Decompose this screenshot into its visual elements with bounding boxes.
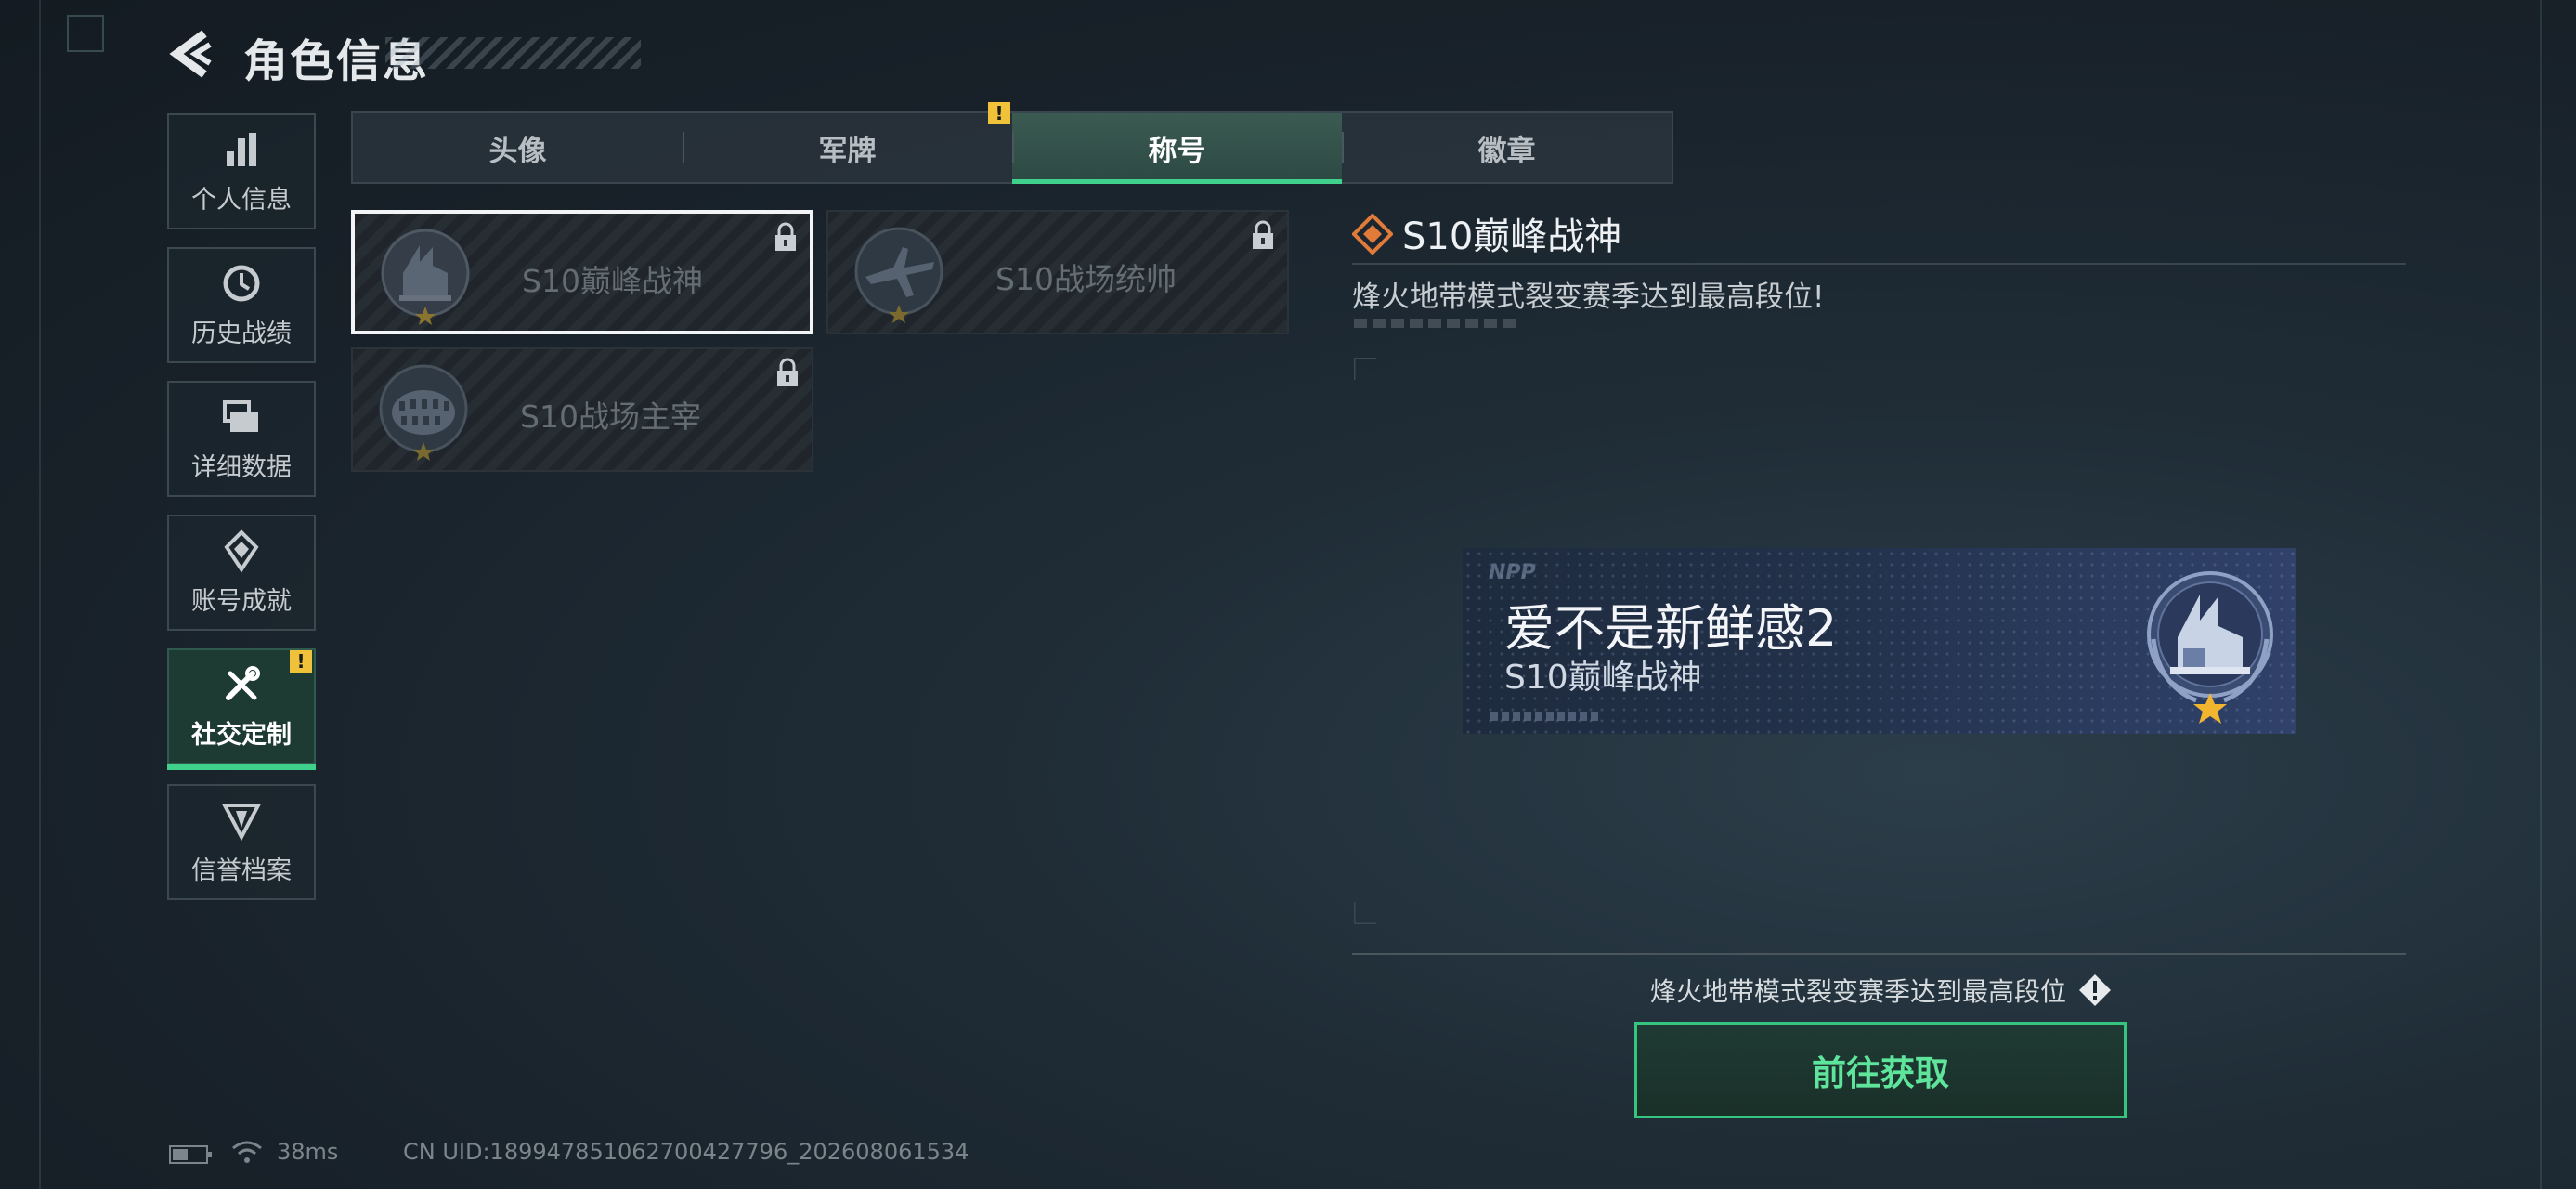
alert-badge: ! (988, 102, 1010, 124)
player-title: S10巅峰战神 (1504, 659, 1702, 697)
sidebar-item-personal-info[interactable]: 个人信息 (167, 113, 316, 229)
achievement-icon (224, 529, 259, 573)
sidebar-item-label: 历史战绩 (191, 320, 292, 348)
title-card[interactable]: S10战场统帅 (826, 210, 1289, 334)
user-uid: CN UID:18994785106270042779​6_2026080615… (403, 1139, 969, 1165)
title-diamond-icon (1352, 214, 1393, 255)
lock-icon (1253, 220, 1273, 249)
wifi-icon (232, 1141, 262, 1163)
title-name: S10巅峰战神 (522, 263, 703, 299)
battlefield-commander-emblem-icon (854, 227, 943, 323)
detail-title: S10巅峰战神 (1402, 216, 1622, 258)
sidebar-item-history[interactable]: 历史战绩 (167, 247, 316, 363)
ping-value: 38ms (277, 1139, 339, 1165)
tab-badge[interactable]: 徽章 (1342, 113, 1672, 182)
sidebar-item-label: 个人信息 (191, 186, 292, 215)
tools-icon (226, 666, 260, 700)
tab-avatar[interactable]: 头像 (353, 113, 683, 182)
back-arrow-icon[interactable] (167, 28, 214, 80)
history-icon (223, 265, 260, 302)
tab-title[interactable]: 称号 (1012, 113, 1342, 184)
battlefield-ruler-emblem-icon (379, 364, 468, 461)
requirement-text: 烽火地带模式裂变赛季达到最高段位 (1650, 976, 2067, 1007)
tab-label: 军牌 (818, 134, 877, 168)
lock-icon (775, 222, 796, 251)
peak-war-god-emblem-icon (2147, 571, 2273, 724)
info-diamond-icon[interactable] (2077, 973, 2113, 1008)
sidebar-item-label: 信誉档案 (191, 856, 292, 885)
category-tabs: 头像 军牌 称号 徽章 (351, 111, 1673, 184)
frame-line-right (2540, 0, 2542, 1189)
title-name: S10战场统帅 (995, 261, 1177, 297)
title-card[interactable]: S10战场主宰 (351, 347, 813, 472)
sidebar-item-label: 账号成就 (191, 587, 292, 616)
battery-icon (169, 1145, 212, 1164)
title-decoration (385, 37, 641, 69)
banner-decoration (1490, 712, 1602, 721)
peak-war-god-emblem-icon (381, 229, 470, 325)
sidebar-item-detailed-data[interactable]: 详细数据 (167, 381, 316, 497)
frame-line-left (39, 0, 41, 1189)
folder-icon (223, 400, 258, 432)
divider (1352, 953, 2406, 955)
alert-badge: ! (290, 650, 312, 673)
sidebar-item-achievements[interactable]: 账号成就 (167, 515, 316, 631)
tab-label: 头像 (488, 134, 547, 168)
tab-label: 徽章 (1477, 134, 1536, 168)
sidebar-item-label: 详细数据 (191, 453, 292, 482)
banner-logo-text: NPP (1489, 561, 1536, 584)
corner-bracket (67, 15, 104, 52)
title-name: S10战场主宰 (520, 399, 701, 435)
title-card[interactable]: S10巅峰战神 (351, 210, 813, 334)
sidebar-item-social-custom[interactable]: 社交定制 ! (167, 648, 316, 770)
sidebar-item-credit-record[interactable]: 信誉档案 (167, 784, 316, 900)
tab-dog-tag[interactable]: 军牌 (683, 113, 1012, 182)
name-card-banner: NPP 爱不是新鲜感2 S10巅峰战神 (1463, 548, 2296, 734)
lock-icon (777, 358, 798, 386)
detail-description: 烽火地带模式裂变赛季达到最高段位! (1352, 281, 1825, 314)
detail-decoration (1354, 319, 1521, 328)
sidebar-item-label: 社交定制 (191, 721, 292, 750)
tab-label: 称号 (1148, 134, 1206, 168)
credit-icon (221, 804, 262, 842)
bar-chart-icon (227, 133, 256, 166)
go-obtain-button[interactable]: 前往获取 (1634, 1022, 2127, 1118)
divider (1352, 263, 2406, 265)
